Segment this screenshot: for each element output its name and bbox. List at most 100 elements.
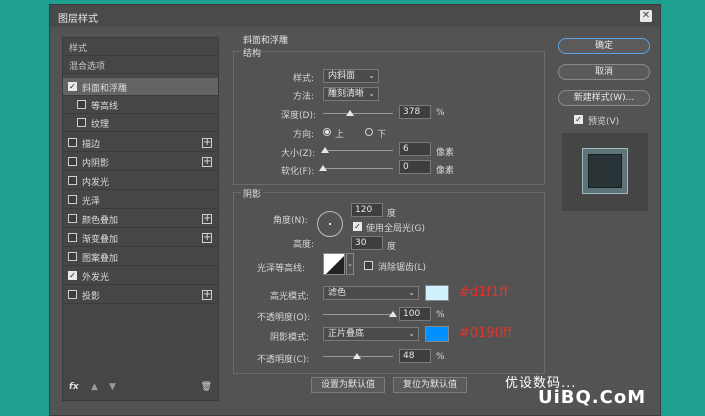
styles-header[interactable]: 样式 [63, 38, 218, 56]
plus-icon[interactable]: + [202, 214, 212, 224]
chevron-down-icon: ⌄ [408, 288, 415, 297]
trash-icon[interactable]: 🗑 [201, 382, 212, 392]
highlight-opacity-label: 不透明度(O): [257, 313, 311, 323]
checkbox-inner-shadow[interactable] [68, 157, 77, 166]
style-item-bevel[interactable]: ✓ 斜面和浮雕 [63, 78, 218, 96]
angle-dial[interactable] [317, 211, 343, 237]
direction-up-radio[interactable] [323, 128, 331, 136]
shadow-opacity-unit: % [436, 352, 445, 362]
style-select[interactable]: 内斜面 ⌄ [323, 69, 379, 83]
checkbox-satin[interactable] [68, 195, 77, 204]
shadow-opacity-input[interactable]: 48 [399, 349, 431, 363]
shadow-mode-value: 正片叠底 [328, 329, 365, 339]
shadow-mode-select[interactable]: 正片叠底 ⌄ [323, 327, 419, 341]
angle-label: 角度(N): [273, 216, 308, 226]
altitude-label: 高度: [293, 240, 315, 250]
style-item-contour[interactable]: 等高线 [63, 96, 218, 114]
global-light-checkbox[interactable]: ✓ [353, 222, 362, 231]
style-item-label: 投影 [82, 292, 101, 302]
checkbox-stroke[interactable] [68, 138, 77, 147]
preview-label: 预览(V) [588, 117, 620, 127]
make-default-button[interactable]: 设置为默认值 [311, 377, 385, 393]
depth-slider[interactable] [323, 113, 393, 114]
soften-input[interactable]: 0 [399, 160, 431, 174]
structure-group [233, 51, 545, 185]
direction-up-label: 上 [335, 130, 345, 140]
checkbox-color-overlay[interactable] [68, 214, 77, 223]
style-item-drop-shadow[interactable]: 投影 + [63, 286, 218, 304]
title-bar: 图层样式 ✕ [50, 5, 660, 27]
bevel-group-title: 斜面和浮雕 [241, 33, 291, 46]
size-slider-thumb[interactable] [321, 147, 330, 153]
gloss-contour-picker[interactable] [323, 253, 345, 275]
angle-input[interactable]: 120 [351, 203, 383, 217]
highlight-opacity-unit: % [436, 310, 445, 320]
close-icon[interactable]: ✕ [640, 10, 652, 22]
style-item-inner-glow[interactable]: 内发光 [63, 172, 218, 190]
structure-title: 结构 [241, 46, 264, 59]
checkbox-inner-glow[interactable] [68, 176, 77, 185]
move-up-icon[interactable]: ▲ [91, 382, 98, 392]
angle-unit: 度 [387, 209, 397, 219]
style-item-pattern-overlay[interactable]: 图案叠加 [63, 248, 218, 266]
plus-icon[interactable]: + [202, 233, 212, 243]
plus-icon[interactable]: + [202, 157, 212, 167]
style-item-stroke[interactable]: 描边 + [63, 134, 218, 152]
ok-button[interactable]: 确定 [558, 38, 650, 54]
style-item-label: 渐变叠加 [82, 235, 119, 245]
antialias-label: 消除锯齿(L) [378, 263, 427, 273]
style-item-label: 内发光 [82, 178, 110, 188]
technique-select[interactable]: 雕刻清晰 ⌄ [323, 87, 379, 101]
checkbox-pattern-overlay[interactable] [68, 252, 77, 261]
move-down-icon[interactable]: ▼ [109, 382, 116, 392]
plus-icon[interactable]: + [202, 290, 212, 300]
soften-slider[interactable] [323, 168, 393, 169]
checkbox-gradient-overlay[interactable] [68, 233, 77, 242]
chevron-down-icon[interactable]: ⌄ [346, 253, 354, 275]
style-item-label: 外发光 [82, 273, 110, 283]
size-slider[interactable] [323, 150, 393, 151]
checkbox-contour[interactable] [77, 100, 86, 109]
highlight-opacity-input[interactable]: 100 [399, 307, 431, 321]
highlight-hex-annotation: #d1f1ff [459, 285, 509, 300]
style-item-inner-shadow[interactable]: 内阴影 + [63, 153, 218, 171]
depth-slider-thumb[interactable] [345, 110, 354, 116]
plus-icon[interactable]: + [202, 138, 212, 148]
direction-down-radio[interactable] [365, 128, 373, 136]
style-item-label: 颜色叠加 [82, 216, 119, 226]
style-item-color-overlay[interactable]: 颜色叠加 + [63, 210, 218, 228]
style-item-texture[interactable]: 纹理 [63, 114, 218, 132]
soften-unit: 像素 [436, 166, 455, 176]
blend-options-label: 混合选项 [69, 62, 106, 72]
fx-icon[interactable]: fx [69, 382, 79, 392]
style-item-satin[interactable]: 光泽 [63, 191, 218, 209]
soften-slider-thumb[interactable] [319, 165, 327, 171]
highlight-opacity-slider-thumb[interactable] [389, 311, 397, 317]
antialias-checkbox[interactable] [364, 261, 373, 270]
highlight-mode-select[interactable]: 滤色 ⌄ [323, 286, 419, 300]
layer-style-dialog: 图层样式 ✕ 样式 混合选项 ✓ 斜面和浮雕 等高线 纹理 描边 + 内阴影 + [49, 4, 661, 416]
checkbox-bevel[interactable]: ✓ [68, 82, 77, 91]
style-item-outer-glow[interactable]: ✓ 外发光 [63, 267, 218, 285]
highlight-color-swatch[interactable] [425, 285, 449, 301]
cancel-button[interactable]: 取消 [558, 64, 650, 80]
preview-checkbox[interactable]: ✓ [574, 115, 583, 124]
depth-input[interactable]: 378 [399, 105, 431, 119]
direction-label: 方向: [293, 130, 315, 140]
technique-label: 方法: [293, 92, 315, 102]
style-item-label: 斜面和浮雕 [82, 84, 128, 94]
highlight-mode-label: 高光模式: [270, 292, 310, 302]
altitude-input[interactable]: 30 [351, 236, 383, 250]
shadow-color-swatch[interactable] [425, 326, 449, 342]
highlight-opacity-slider[interactable] [323, 314, 393, 315]
style-item-gradient-overlay[interactable]: 渐变叠加 + [63, 229, 218, 247]
size-input[interactable]: 6 [399, 142, 431, 156]
checkbox-outer-glow[interactable]: ✓ [68, 271, 77, 280]
new-style-button[interactable]: 新建样式(W)... [558, 90, 650, 106]
checkbox-drop-shadow[interactable] [68, 290, 77, 299]
shadow-opacity-slider-thumb[interactable] [352, 353, 361, 359]
checkbox-texture[interactable] [77, 118, 86, 127]
style-value: 内斜面 [328, 71, 356, 81]
blend-options[interactable]: 混合选项 [63, 56, 218, 74]
reset-default-button[interactable]: 复位为默认值 [393, 377, 467, 393]
